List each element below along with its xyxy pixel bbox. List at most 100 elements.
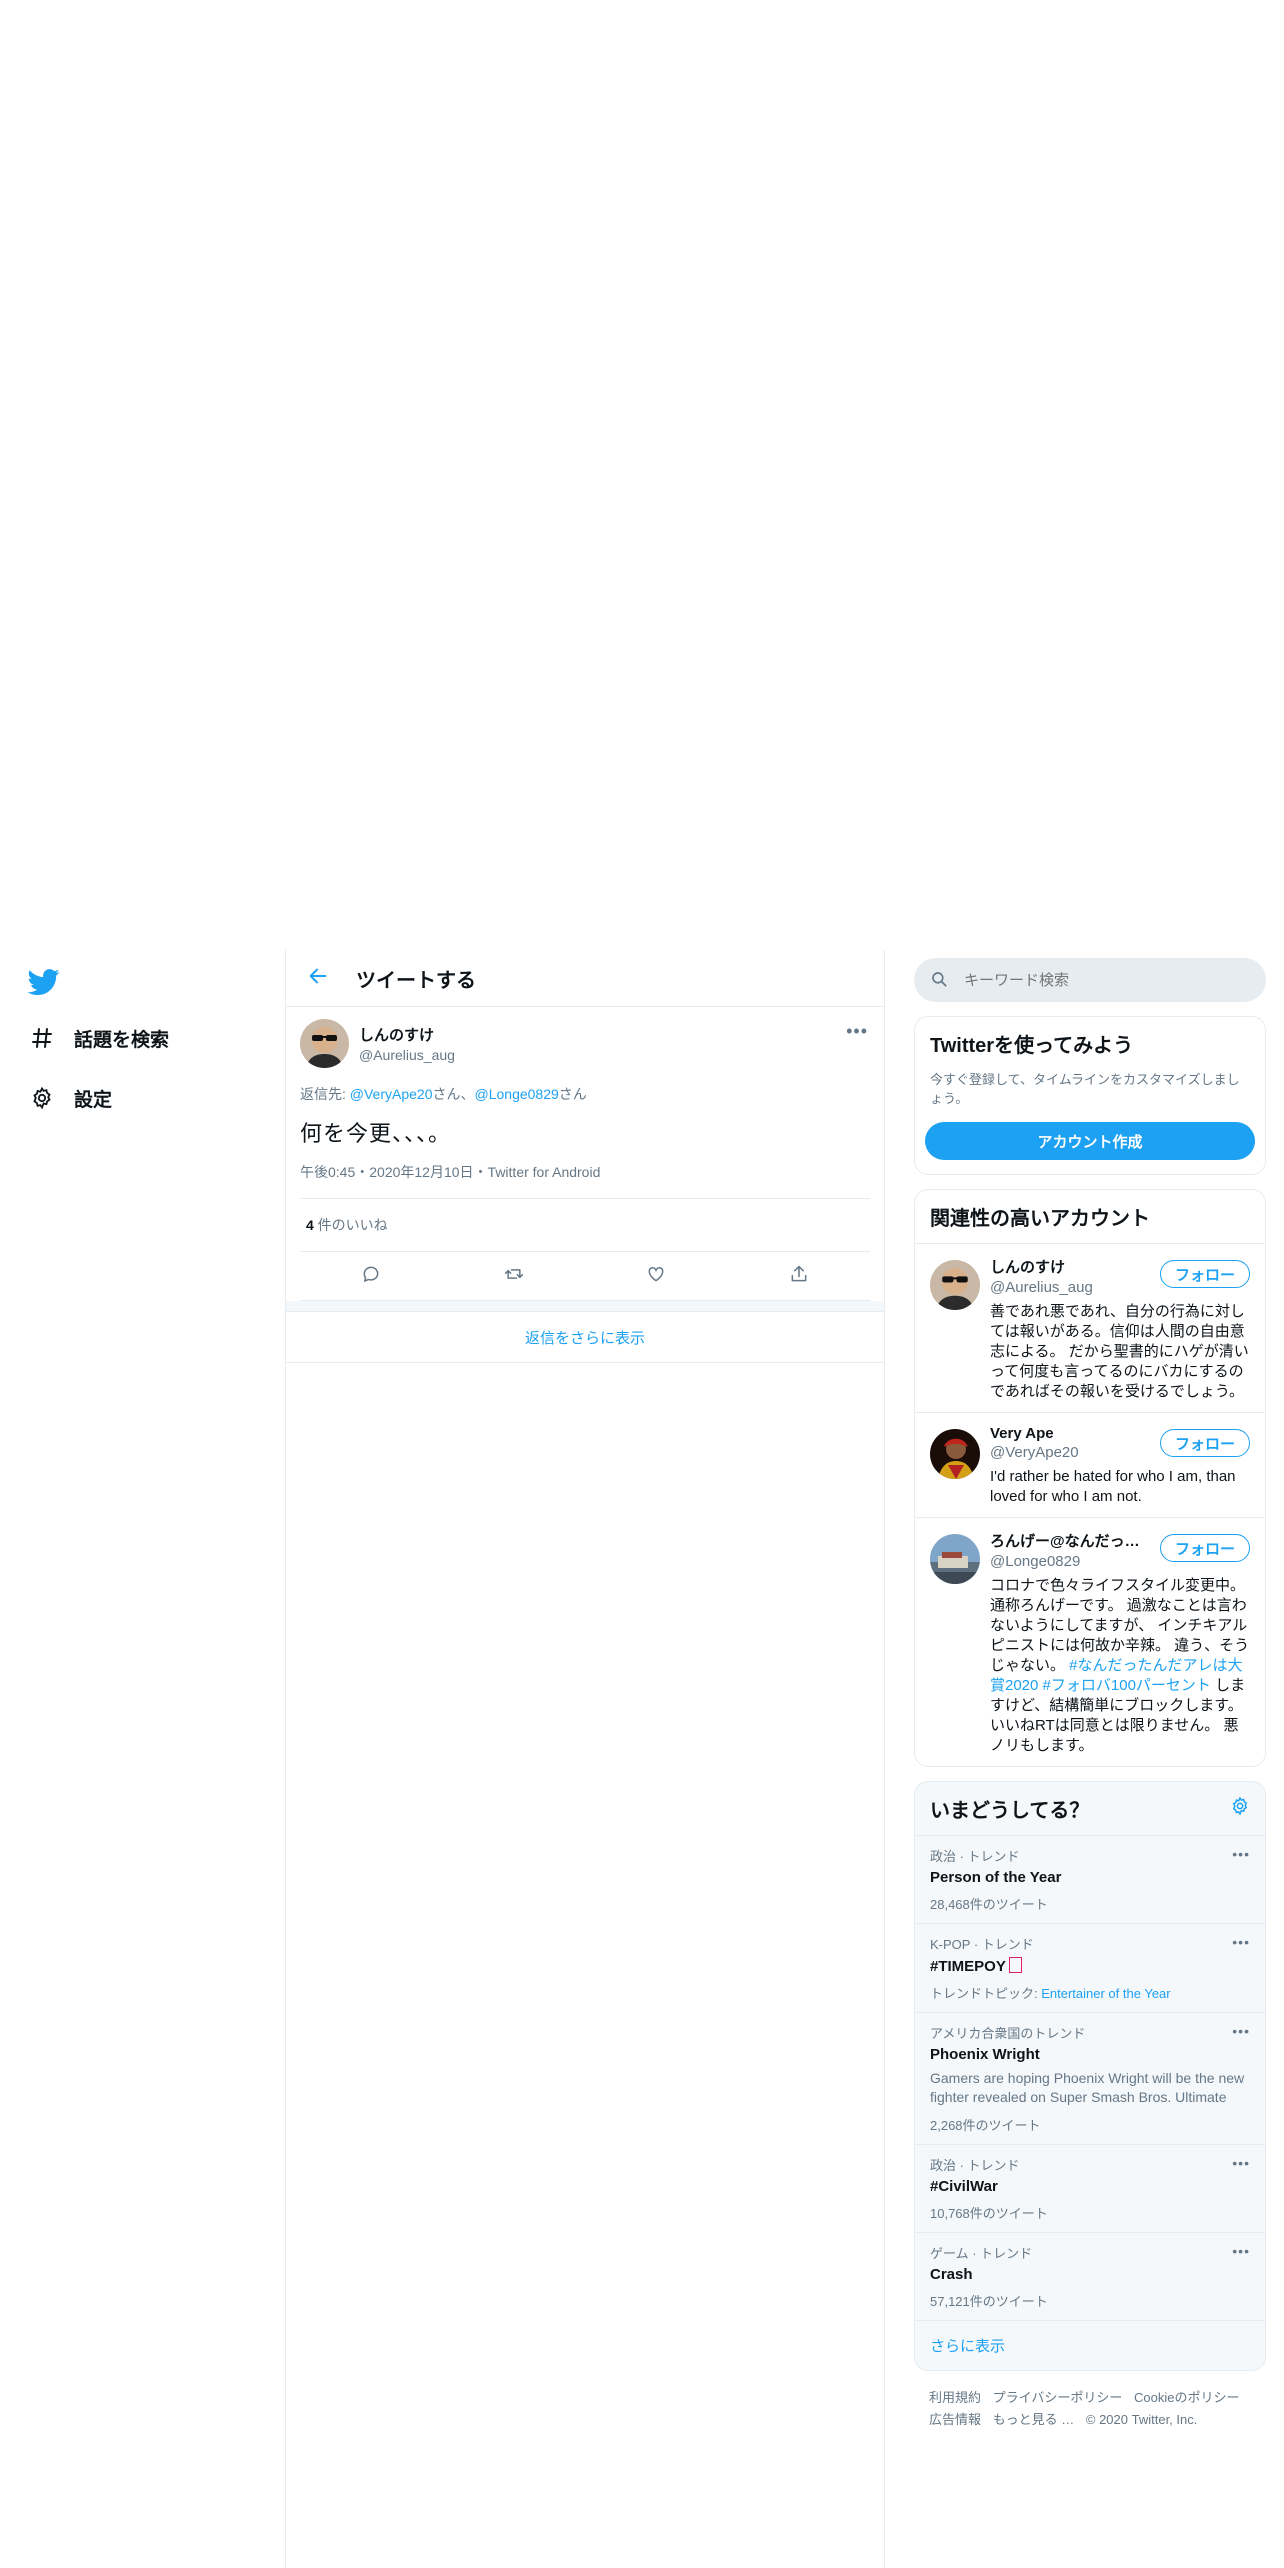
- tweet-text: 何を今更、、、。: [300, 1121, 452, 1146]
- account-bio: I'd rather be hated for who I am, than l…: [990, 1468, 1236, 1505]
- nav-settings-label: 設定: [74, 1089, 113, 1111]
- display-name[interactable]: しんのすけ: [359, 1024, 455, 1045]
- footer-link-cookies[interactable]: Cookieのポリシー: [1134, 2390, 1239, 2405]
- trend-item[interactable]: アメリカ合衆国のトレンド Phoenix Wright Gamers are h…: [915, 2012, 1265, 2144]
- account-item[interactable]: ろんげー@なんだった… @Longe0829 コロナで色々ライフスタイル変更中。…: [915, 1517, 1265, 1766]
- divider: [286, 1301, 884, 1312]
- trend-name: #TIMEPOY: [930, 1957, 1250, 1975]
- hashtag-icon: [28, 1024, 56, 1052]
- follow-button[interactable]: フォロー: [1160, 1429, 1250, 1457]
- share-button[interactable]: [779, 1256, 819, 1296]
- signup-description: 今すぐ登録して、タイムラインをカスタマイズしましょう。: [930, 1072, 1240, 1106]
- follow-button[interactable]: フォロー: [1160, 1260, 1250, 1288]
- trend-context: K-POP · トレンド: [930, 1937, 1034, 1952]
- reply-button[interactable]: [351, 1256, 391, 1296]
- avatar[interactable]: [930, 1429, 980, 1479]
- trend-context: 政治 · トレンド: [930, 1849, 1020, 1864]
- copyright: © 2020 Twitter, Inc.: [1085, 2412, 1198, 2427]
- footer-link-terms[interactable]: 利用規約: [929, 2390, 981, 2405]
- trends-title: いまどうしてる？: [930, 1800, 1090, 1822]
- emoji-icon: [1008, 1957, 1022, 1973]
- more-options-icon[interactable]: •••: [1232, 2155, 1250, 2171]
- reply-suffix: さん: [558, 1086, 587, 1102]
- search-input[interactable]: [962, 970, 1246, 990]
- more-options-icon[interactable]: •••: [1232, 2243, 1250, 2259]
- trend-description: Gamers are hoping Phoenix Wright will be…: [930, 2070, 1245, 2105]
- reply-separator: さん、: [432, 1086, 475, 1102]
- show-more-replies-link[interactable]: 返信をさらに表示: [286, 1312, 884, 1363]
- nav-settings[interactable]: 設定: [28, 1078, 112, 1118]
- account-item[interactable]: Very Ape @VeryApe20 I'd rather be hated …: [915, 1412, 1265, 1517]
- signup-title: Twitterを使ってみよう: [930, 1035, 1134, 1057]
- retweet-icon: [503, 1264, 525, 1289]
- trend-item[interactable]: 政治 · トレンド Person of the Year 28,468件のツイー…: [915, 1835, 1265, 1923]
- trend-item[interactable]: 政治 · トレンド #CivilWar 10,768件のツイート •••: [915, 2144, 1265, 2232]
- trend-context: ゲーム · トレンド: [930, 2246, 1033, 2261]
- reply-user-link[interactable]: @VeryApe20: [350, 1086, 433, 1102]
- nav-explore-label: 話題を検索: [74, 1029, 170, 1051]
- account-name[interactable]: ろんげー@なんだった…: [990, 1530, 1140, 1551]
- more-options-icon[interactable]: •••: [1232, 1846, 1250, 1862]
- gear-icon: [28, 1084, 56, 1112]
- account-name[interactable]: Very Ape: [990, 1425, 1140, 1442]
- more-options-icon[interactable]: •••: [1232, 2023, 1250, 2039]
- arrow-left-icon: [307, 965, 329, 992]
- comment-icon: [361, 1264, 381, 1289]
- trend-topic-prefix: トレンドトピック:: [930, 1986, 1042, 2001]
- tweet: しんのすけ @Aurelius_aug ••• 返信先: @VeryApe20さ…: [286, 1007, 884, 1301]
- tweet-timestamp[interactable]: 午後0:45・2020年12月10日・Twitter for Android: [300, 1162, 870, 1199]
- heart-icon: [646, 1264, 666, 1289]
- reply-user-link[interactable]: @Longe0829: [475, 1086, 559, 1102]
- create-account-button[interactable]: アカウント作成: [925, 1122, 1255, 1160]
- share-icon: [789, 1264, 809, 1289]
- avatar[interactable]: [300, 1019, 349, 1068]
- follow-button[interactable]: フォロー: [1160, 1534, 1250, 1562]
- trend-name: Person of the Year: [930, 1869, 1062, 1886]
- related-accounts-card: 関連性の高いアカウント しんのすけ @Aurelius_aug 善であれ悪であれ…: [914, 1189, 1266, 1767]
- trend-topic-link[interactable]: Entertainer of the Year: [1041, 1986, 1170, 2001]
- show-more-trends-link[interactable]: さらに表示: [915, 2320, 1265, 2370]
- page-title: ツイートする: [356, 969, 476, 992]
- trend-count: 28,468件のツイート: [930, 1897, 1048, 1912]
- main-column: ツイートする しんのすけ @Aurelius_aug ••• 返信先: @Ver…: [286, 950, 884, 1363]
- avatar[interactable]: [930, 1260, 980, 1310]
- likes-label: 件のいいね: [313, 1217, 388, 1233]
- nav-explore[interactable]: 話題を検索: [28, 1018, 169, 1058]
- likes-number: 4: [306, 1217, 314, 1233]
- more-options-icon[interactable]: •••: [846, 1021, 868, 1042]
- likes-count[interactable]: 4 件のいいね: [300, 1199, 870, 1252]
- footer-link-privacy[interactable]: プライバシーポリシー: [993, 2390, 1123, 2405]
- account-bio: コロナで色々ライフスタイル変更中。通称ろんげーです。 過激なことは言わないように…: [990, 1576, 1250, 1756]
- avatar[interactable]: [930, 1534, 980, 1584]
- trend-count: 10,768件のツイート: [930, 2206, 1048, 2221]
- trend-item[interactable]: ゲーム · トレンド Crash 57,121件のツイート •••: [915, 2232, 1265, 2320]
- footer: 利用規約 プライバシーポリシー Cookieのポリシー 広告情報 もっと見る ……: [914, 2371, 1266, 2447]
- divider: [884, 950, 885, 2568]
- more-options-icon[interactable]: •••: [1232, 1934, 1250, 1950]
- trend-topic: トレンドトピック: Entertainer of the Year: [930, 1983, 1250, 2002]
- reply-to: 返信先: @VeryApe20さん、@Longe0829さん: [300, 1084, 870, 1104]
- back-button[interactable]: [298, 958, 338, 998]
- reply-prefix: 返信先:: [300, 1086, 350, 1102]
- account-name[interactable]: しんのすけ: [990, 1256, 1140, 1277]
- footer-link-more[interactable]: もっと見る …: [993, 2412, 1075, 2427]
- trend-name-text: #TIMEPOY: [930, 1958, 1006, 1975]
- trend-context: 政治 · トレンド: [930, 2158, 1020, 2173]
- signup-card: Twitterを使ってみよう 今すぐ登録して、タイムラインをカスタマイズしましょ…: [914, 1016, 1266, 1175]
- like-button[interactable]: [636, 1256, 676, 1296]
- trend-context: アメリカ合衆国のトレンド: [930, 2026, 1086, 2041]
- trends-card: いまどうしてる？ 政治 · トレンド Person of the Year 28…: [914, 1781, 1266, 2371]
- retweet-button[interactable]: [494, 1256, 534, 1296]
- user-handle[interactable]: @Aurelius_aug: [359, 1047, 455, 1063]
- twitter-logo-icon[interactable]: [27, 966, 62, 1000]
- gear-icon[interactable]: [1230, 1796, 1250, 1821]
- trend-count: 2,268件のツイート: [930, 2118, 1041, 2133]
- footer-link-ads[interactable]: 広告情報: [929, 2412, 981, 2427]
- trend-name: Phoenix Wright: [930, 2046, 1040, 2063]
- account-item[interactable]: しんのすけ @Aurelius_aug 善であれ悪であれ、自分の行為に対しては報…: [915, 1243, 1265, 1412]
- trend-item[interactable]: K-POP · トレンド #TIMEPOY トレンドトピック: Entertai…: [915, 1923, 1265, 2012]
- account-bio: 善であれ悪であれ、自分の行為に対しては報いがある。信仰は人間の自由意志による。 …: [990, 1303, 1249, 1400]
- trend-count: 57,121件のツイート: [930, 2294, 1048, 2309]
- search-box[interactable]: [914, 958, 1266, 1002]
- search-icon: [930, 970, 950, 990]
